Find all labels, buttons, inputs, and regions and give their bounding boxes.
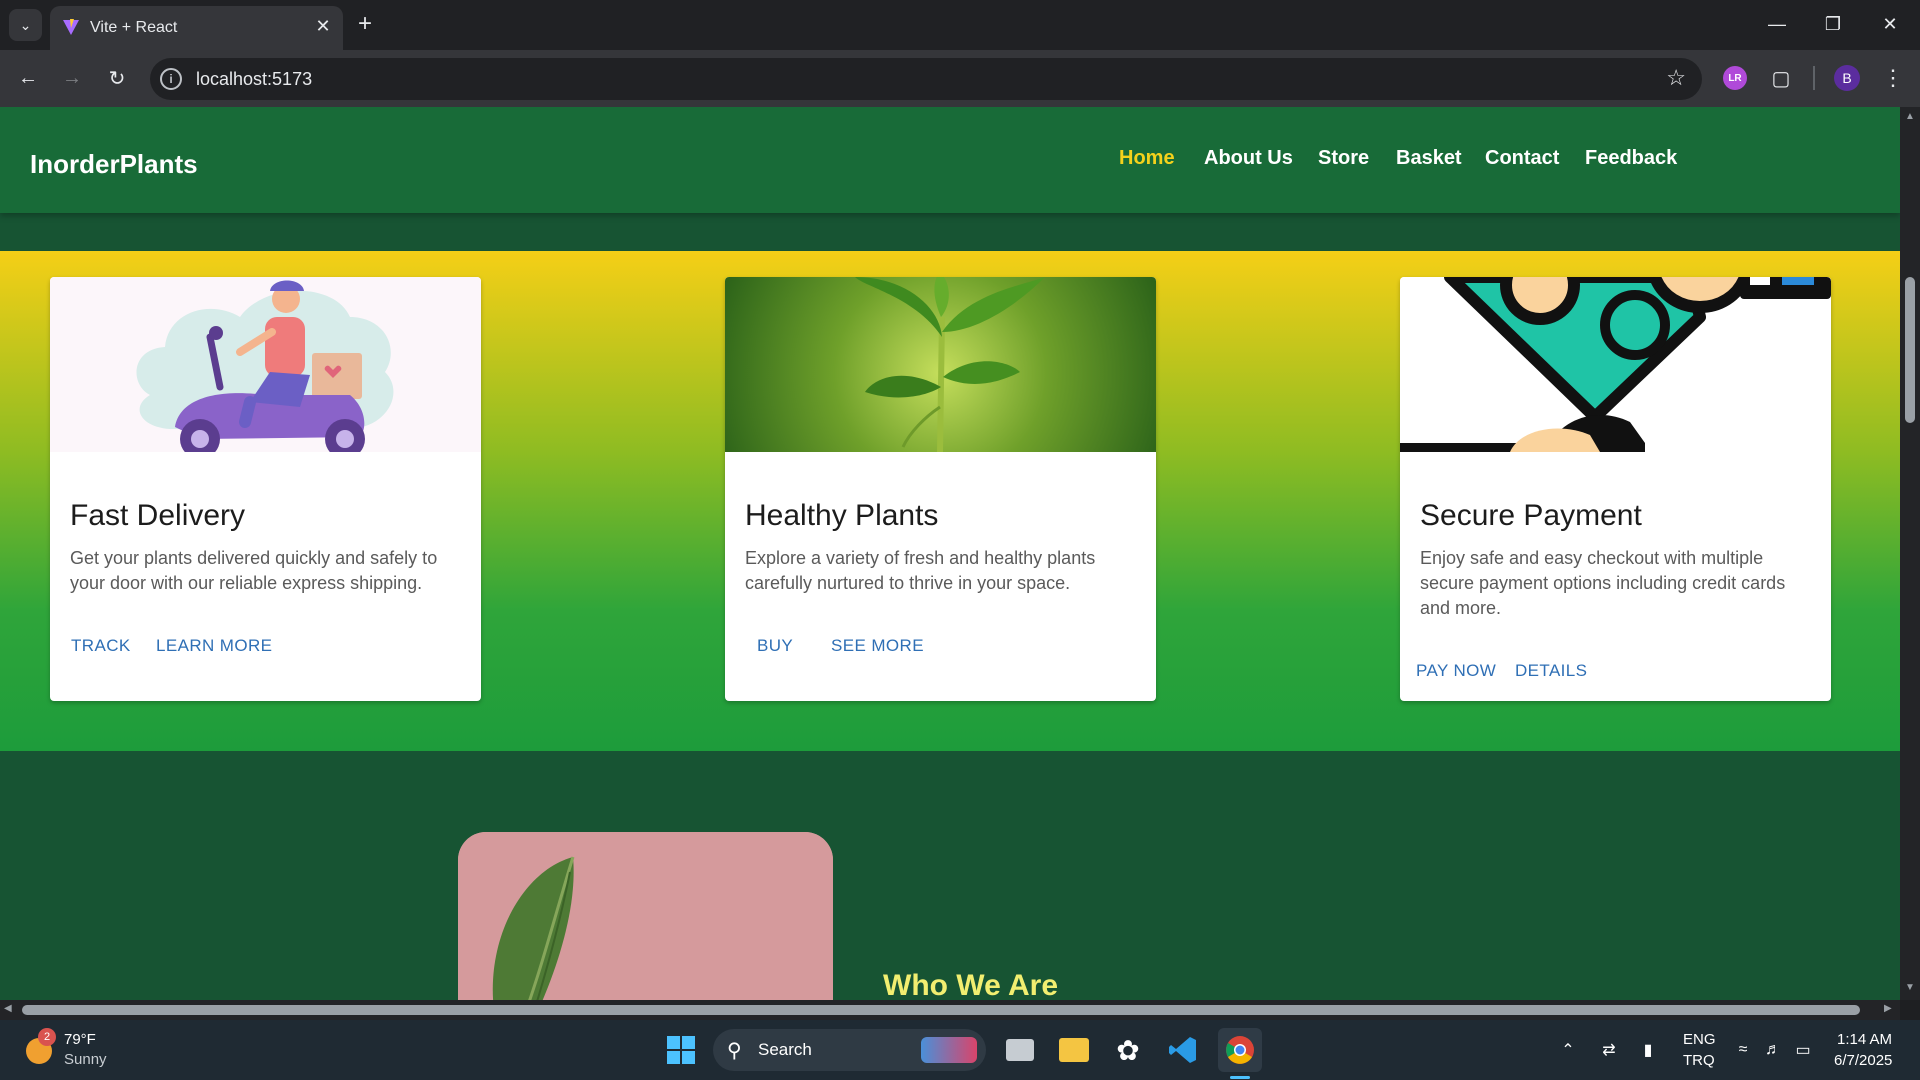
toolbar-divider (1813, 66, 1815, 90)
about-heading: Who We Are (883, 969, 1059, 1000)
battery-icon[interactable]: ▭ (1783, 1030, 1823, 1070)
weather-badge: 2 (38, 1028, 56, 1046)
chrome-icon[interactable] (1218, 1028, 1262, 1072)
new-tab-button[interactable]: + (351, 10, 379, 38)
close-window-button[interactable]: ✕ (1866, 6, 1914, 42)
feature-card-fast-delivery: Fast Delivery Get your plants delivered … (50, 277, 481, 701)
restore-button[interactable]: ❐ (1809, 6, 1857, 42)
details-button[interactable]: DETAILS (1515, 661, 1587, 681)
green-seedling-photo (725, 277, 1156, 452)
search-highlight-image (921, 1037, 977, 1063)
pay-now-button[interactable]: PAY NOW (1416, 661, 1496, 681)
search-icon: ⚲ (727, 1040, 742, 1062)
extension-badge: LR (1723, 66, 1747, 90)
nav-feedback[interactable]: Feedback (1585, 147, 1677, 170)
reload-icon[interactable]: ↻ (101, 62, 133, 94)
card-title: Healthy Plants (745, 499, 939, 532)
site-header: InorderPlants Home About Us Store Basket… (0, 107, 1900, 213)
see-more-button[interactable]: SEE MORE (831, 636, 924, 656)
extension-icon[interactable]: LR (1719, 62, 1751, 94)
folder-glyph (1059, 1038, 1089, 1062)
active-app-indicator (1230, 1076, 1250, 1079)
card-title: Secure Payment (1420, 499, 1642, 532)
language-top[interactable]: ENG (1683, 1031, 1716, 1048)
learn-more-button[interactable]: LEARN MORE (156, 636, 272, 656)
file-explorer-icon[interactable] (1054, 1030, 1094, 1070)
weather-temp[interactable]: 79°F (64, 1031, 96, 1048)
task-view-icon[interactable] (1000, 1030, 1040, 1070)
minimize-button[interactable]: — (1753, 6, 1801, 42)
browser-tab-strip: ⌄ Vite + React ✕ + — ❐ ✕ (0, 0, 1920, 50)
windows-start-icon[interactable] (661, 1030, 701, 1070)
card-title: Fast Delivery (70, 499, 246, 532)
nav-home[interactable]: Home (1119, 147, 1175, 170)
buy-button[interactable]: BUY (757, 636, 793, 656)
scroll-up-arrow-icon[interactable]: ▲ (1905, 111, 1915, 122)
delivery-scooter-illustration (50, 277, 481, 452)
vertical-scrollbar[interactable]: ▲ ▼ (1900, 107, 1920, 1000)
card-payment-illustration (1400, 277, 1831, 452)
scroll-left-arrow-icon[interactable]: ◀ (4, 1003, 12, 1014)
menu-kebab-icon[interactable]: ⋮ (1877, 62, 1909, 94)
tab-search-button[interactable]: ⌄ (9, 9, 42, 41)
forward-arrow-icon[interactable]: → (56, 62, 88, 94)
weather-desc[interactable]: Sunny (64, 1051, 107, 1068)
scroll-down-arrow-icon[interactable]: ▼ (1905, 982, 1915, 993)
close-tab-icon[interactable]: ✕ (311, 14, 335, 38)
tray-settings-icon[interactable]: ⇄ (1589, 1030, 1629, 1070)
about-plant-photo (458, 832, 833, 1000)
tray-meter-icon[interactable]: ▮ (1628, 1030, 1668, 1070)
clock-date[interactable]: 6/7/2025 (1834, 1052, 1892, 1069)
bookmark-star-icon[interactable]: ☆ (1666, 65, 1686, 91)
language-bottom[interactable]: TRQ (1683, 1052, 1715, 1069)
site-brand[interactable]: InorderPlants (30, 149, 198, 180)
address-bar[interactable]: i localhost:5173 ☆ (150, 58, 1702, 100)
address-url[interactable]: localhost:5173 (196, 69, 312, 90)
vscode-icon[interactable] (1163, 1030, 1203, 1070)
search-label: Search (758, 1040, 812, 1059)
profile-avatar[interactable]: B (1831, 62, 1863, 94)
site-info-icon[interactable]: i (160, 68, 182, 90)
features-section: Fast Delivery Get your plants delivered … (0, 251, 1900, 751)
page-viewport: InorderPlants Home About Us Store Basket… (0, 107, 1900, 1000)
chatgpt-icon[interactable]: ✿ (1108, 1030, 1148, 1070)
vertical-scroll-thumb[interactable] (1905, 277, 1915, 423)
vite-logo-icon (63, 19, 79, 35)
nav-basket[interactable]: Basket (1396, 147, 1462, 170)
scroll-right-arrow-icon[interactable]: ▶ (1884, 1003, 1892, 1014)
track-button[interactable]: TRACK (71, 636, 131, 656)
nav-contact[interactable]: Contact (1485, 147, 1559, 170)
browser-tab[interactable]: Vite + React ✕ (50, 6, 343, 50)
taskbar-search[interactable]: ⚲ Search (713, 1029, 986, 1071)
card-description: Explore a variety of fresh and healthy p… (745, 548, 1096, 593)
browser-toolbar: ← → ↻ i localhost:5173 ☆ LR ▢ B ⋮ (0, 50, 1920, 107)
feature-card-healthy-plants: Healthy Plants Explore a variety of fres… (725, 277, 1156, 701)
nav-store[interactable]: Store (1318, 147, 1369, 170)
tab-title: Vite + React (90, 19, 178, 36)
back-arrow-icon[interactable]: ← (12, 62, 44, 94)
clock-time[interactable]: 1:14 AM (1837, 1031, 1892, 1048)
card-description: Enjoy safe and easy checkout with multip… (1420, 548, 1786, 618)
nav-about-us[interactable]: About Us (1204, 147, 1293, 170)
tray-chevron-up-icon[interactable]: ⌃ (1548, 1030, 1588, 1070)
profile-initial: B (1834, 65, 1860, 91)
feature-card-secure-payment: Secure Payment Enjoy safe and easy check… (1400, 277, 1831, 701)
chevron-down-icon: ⌄ (19, 16, 32, 33)
windows-taskbar: 2 79°F Sunny ⚲ Search ✿ ⌃ ⇄ ▮ ENG TRQ ≈ … (0, 1020, 1920, 1080)
horizontal-scroll-thumb[interactable] (22, 1005, 1860, 1015)
extensions-puzzle-icon[interactable]: ▢ (1765, 62, 1797, 94)
task-view-glyph (1006, 1039, 1034, 1061)
horizontal-scrollbar[interactable]: ◀ ▶ (0, 1000, 1900, 1020)
card-description: Get your plants delivered quickly and sa… (70, 548, 438, 593)
